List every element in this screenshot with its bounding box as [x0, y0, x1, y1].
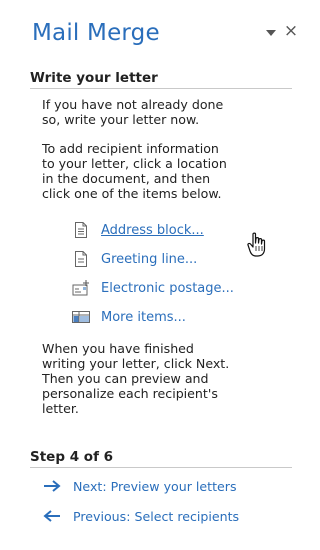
step-divider	[30, 467, 292, 468]
next-step-label: Next: Preview your letters	[73, 478, 237, 494]
greeting-line-label: Greeting line...	[101, 251, 198, 267]
more-items-label: More items...	[101, 309, 186, 325]
previous-step-link[interactable]: Previous: Select recipients	[42, 507, 239, 525]
pane-title: Mail Merge	[32, 20, 160, 46]
electronic-postage-label: Electronic postage...	[101, 280, 234, 296]
hand-cursor-icon	[247, 232, 266, 257]
arrow-left-icon	[42, 509, 62, 523]
more-items-icon	[72, 308, 90, 326]
greeting-line-link[interactable]: Greeting line...	[72, 250, 197, 268]
instructions-text: To add recipient information to your let…	[42, 141, 227, 201]
greeting-line-icon	[72, 250, 90, 268]
outro-text: When you have finished writing your lett…	[42, 341, 230, 416]
mail-merge-pane: Mail Merge × Write your letter If you ha…	[22, 0, 303, 550]
intro-text: If you have not already done so, write y…	[42, 97, 224, 127]
address-block-link[interactable]: Address block...	[72, 221, 204, 239]
address-block-icon	[72, 221, 90, 239]
address-block-label: Address block...	[101, 222, 204, 238]
arrow-right-icon	[42, 479, 62, 493]
chevron-down-icon[interactable]	[264, 26, 278, 40]
step-heading: Step 4 of 6	[30, 449, 114, 465]
previous-step-label: Previous: Select recipients	[73, 508, 240, 524]
more-items-link[interactable]: More items...	[72, 308, 186, 326]
electronic-postage-icon	[72, 279, 90, 297]
electronic-postage-link[interactable]: Electronic postage...	[72, 279, 234, 297]
section-divider	[30, 88, 292, 89]
pane-header: Mail Merge ×	[32, 20, 302, 52]
section-heading-write-letter: Write your letter	[30, 70, 158, 86]
next-step-link[interactable]: Next: Preview your letters	[42, 477, 237, 495]
close-icon[interactable]: ×	[283, 21, 299, 41]
